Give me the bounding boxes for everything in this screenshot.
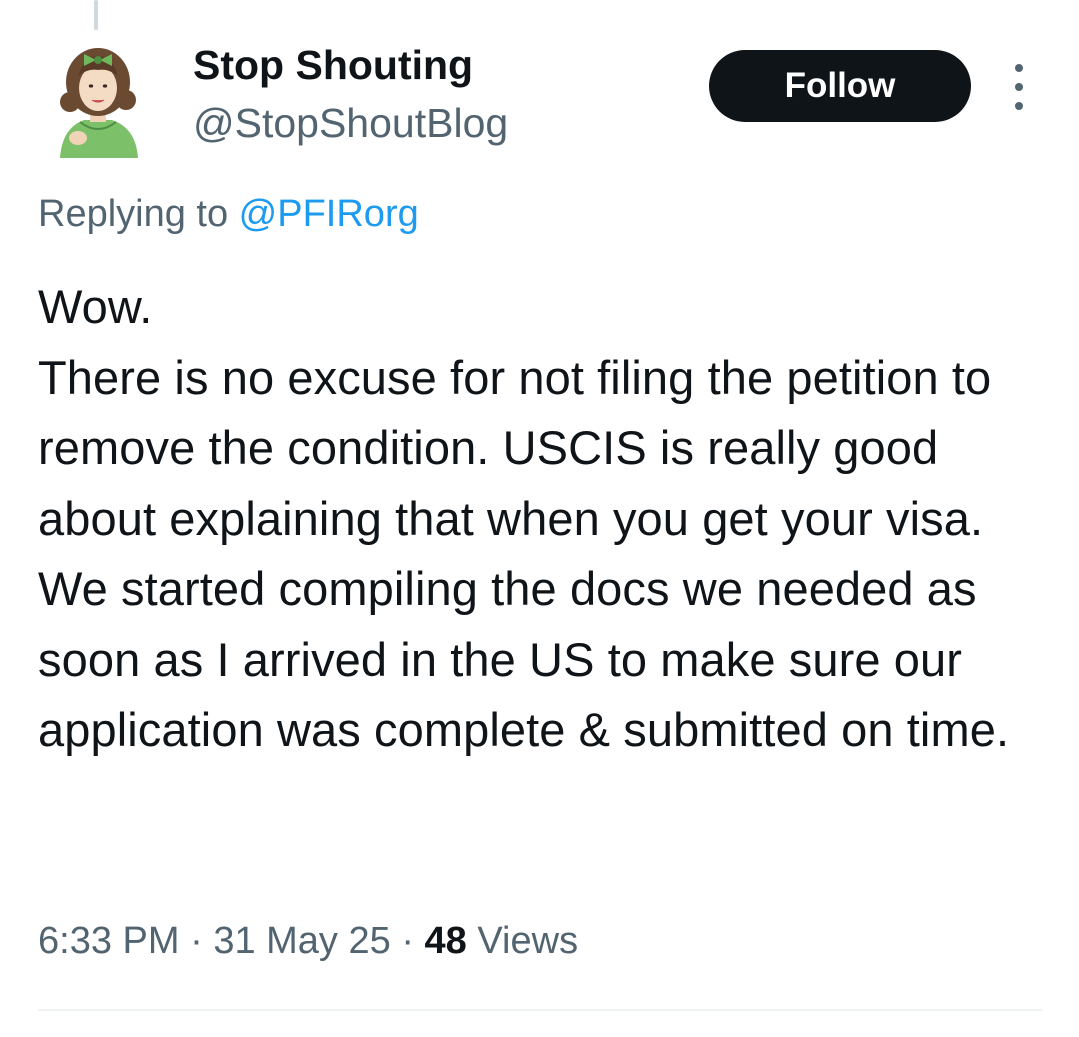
tweet-date[interactable]: 31 May 25: [213, 920, 390, 962]
avatar-illustration: [60, 48, 138, 158]
reply-mention-link[interactable]: @PFIRorg: [239, 193, 419, 235]
author-display-name[interactable]: Stop Shouting: [193, 42, 473, 89]
tweet-meta: 6:33 PM · 31 May 25 · 48 Views: [38, 920, 578, 963]
avatar[interactable]: [50, 40, 146, 158]
more-dot: [1015, 102, 1023, 110]
meta-separator: ·: [390, 920, 425, 962]
more-dot: [1015, 83, 1023, 91]
views-label: Views: [466, 920, 579, 962]
divider: [38, 1009, 1043, 1011]
tweet-time[interactable]: 6:33 PM: [38, 920, 180, 962]
meta-separator: ·: [179, 920, 214, 962]
more-options-icon[interactable]: [1004, 64, 1034, 110]
replying-to: Replying to @PFIRorg: [38, 193, 419, 236]
views-count: 48: [424, 920, 467, 962]
follow-button[interactable]: Follow: [709, 50, 971, 122]
author-handle[interactable]: @StopShoutBlog: [193, 100, 508, 147]
replying-to-label: Replying to: [38, 193, 239, 235]
tweet-text: Wow. There is no excuse for not filing t…: [38, 280, 1010, 756]
thread-connector-line: [94, 0, 98, 30]
more-dot: [1015, 64, 1023, 72]
